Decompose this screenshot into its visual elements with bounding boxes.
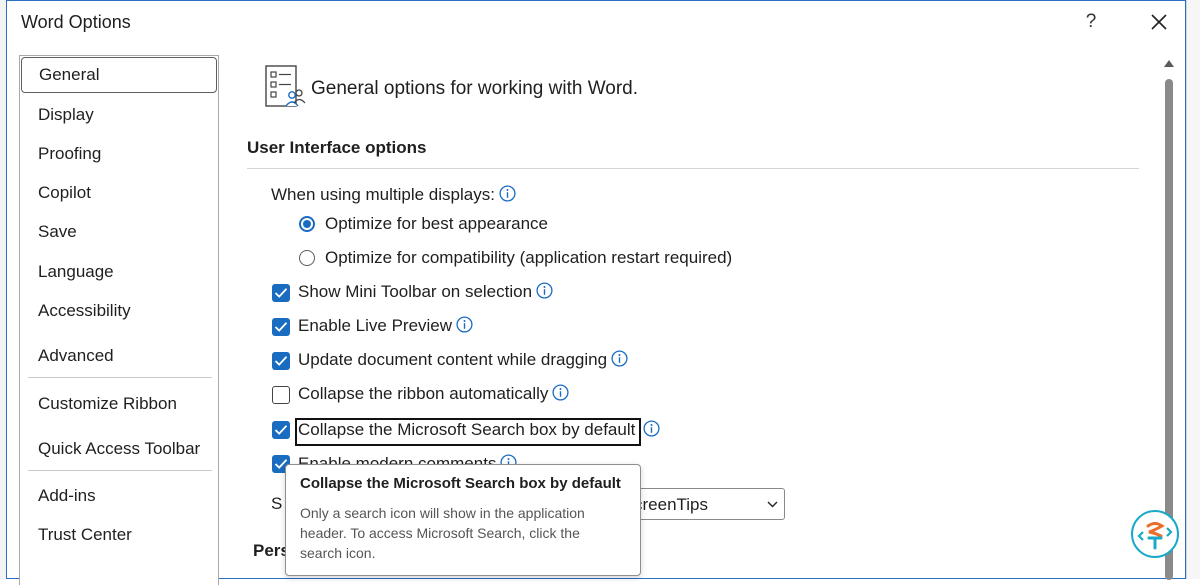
close-button[interactable] [1139, 7, 1179, 37]
radio-compatibility[interactable] [299, 250, 315, 266]
nav-item-trust-center[interactable]: Trust Center [20, 517, 218, 553]
checkbox-update-while-dragging-row: Update document content while dragging [298, 350, 628, 370]
screentip-style-value: creenTips [634, 495, 709, 514]
nav-item-advanced[interactable]: Advanced [20, 338, 218, 374]
vertical-scrollbar[interactable] [1161, 59, 1177, 580]
nav-separator [28, 377, 212, 378]
info-icon[interactable] [536, 282, 553, 299]
checkmark-icon [274, 322, 288, 332]
scroll-up-arrow-icon[interactable] [1164, 59, 1174, 67]
page-heading: General options for working with Word. [311, 78, 639, 99]
dialog-title: Word Options [21, 12, 131, 32]
word-options-dialog: Word Options ? General Display Proofing … [6, 0, 1186, 585]
checkbox-update-while-dragging[interactable] [272, 352, 290, 370]
multiple-displays-text: When using multiple displays: [271, 185, 495, 204]
info-icon[interactable] [499, 185, 516, 202]
checkbox-mini-toolbar[interactable] [272, 284, 290, 302]
nav-separator [28, 470, 212, 471]
nav-item-quick-access-toolbar[interactable]: Quick Access Toolbar [20, 431, 218, 467]
help-button[interactable]: ? [1073, 7, 1109, 37]
screentip-tooltip: Collapse the Microsoft Search box by def… [285, 464, 641, 576]
checkbox-collapse-ribbon-row: Collapse the ribbon automatically [298, 384, 569, 404]
section-title-ui-options: User Interface options [247, 138, 427, 157]
chevron-down-icon [767, 501, 778, 508]
info-icon[interactable] [643, 420, 660, 437]
checkmark-icon [274, 356, 288, 366]
radio-best-appearance-label: Optimize for best appearance [325, 214, 549, 233]
checkmark-icon [274, 425, 288, 435]
nav-item-copilot[interactable]: Copilot [20, 175, 218, 211]
checkbox-collapse-search-row: Collapse the Microsoft Search box by def… [298, 420, 660, 440]
nav-item-add-ins[interactable]: Add-ins [20, 478, 218, 514]
general-options-icon [265, 65, 306, 107]
radio-compatibility-label: Optimize for compatibility (application … [325, 248, 733, 267]
tooltip-body: Only a search icon will show in the appl… [300, 505, 585, 561]
options-nav: General Display Proofing Copilot Save La… [19, 55, 219, 585]
info-icon[interactable] [611, 350, 628, 367]
checkbox-mini-toolbar-row: Show Mini Toolbar on selection [298, 282, 553, 302]
background-window-edge-right [1186, 0, 1200, 579]
checkbox-collapse-ribbon[interactable] [272, 386, 290, 404]
radio-best-appearance[interactable] [299, 216, 315, 232]
nav-item-save[interactable]: Save [20, 214, 218, 250]
checkbox-live-preview[interactable] [272, 318, 290, 336]
logo-icon [1137, 522, 1173, 550]
checkmark-icon [274, 288, 288, 298]
tooltip-title: Collapse the Microsoft Search box by def… [300, 475, 621, 492]
checkbox-update-while-dragging-label: Update document content while dragging [298, 350, 608, 369]
screentip-style-label: S [271, 494, 283, 513]
checkbox-collapse-search[interactable] [272, 421, 290, 439]
nav-item-proofing[interactable]: Proofing [20, 136, 218, 172]
checkbox-live-preview-row: Enable Live Preview [298, 316, 473, 336]
logo-badge [1131, 510, 1179, 558]
checkbox-mini-toolbar-label: Show Mini Toolbar on selection [298, 282, 533, 301]
checkbox-collapse-search-label: Collapse the Microsoft Search box by def… [298, 420, 636, 439]
checkbox-collapse-ribbon-label: Collapse the ribbon automatically [298, 384, 549, 403]
close-icon [1151, 14, 1167, 30]
nav-item-accessibility[interactable]: Accessibility [20, 293, 218, 329]
info-icon[interactable] [552, 384, 569, 401]
multiple-displays-label: When using multiple displays: [271, 185, 516, 205]
checkbox-live-preview-label: Enable Live Preview [298, 316, 453, 335]
nav-item-language[interactable]: Language [20, 254, 218, 290]
section-divider [247, 168, 1139, 169]
nav-item-general[interactable]: General [21, 57, 217, 93]
scrollbar-thumb[interactable] [1165, 79, 1173, 580]
nav-item-customize-ribbon[interactable]: Customize Ribbon [20, 386, 218, 422]
nav-item-display[interactable]: Display [20, 97, 218, 133]
info-icon[interactable] [456, 316, 473, 333]
